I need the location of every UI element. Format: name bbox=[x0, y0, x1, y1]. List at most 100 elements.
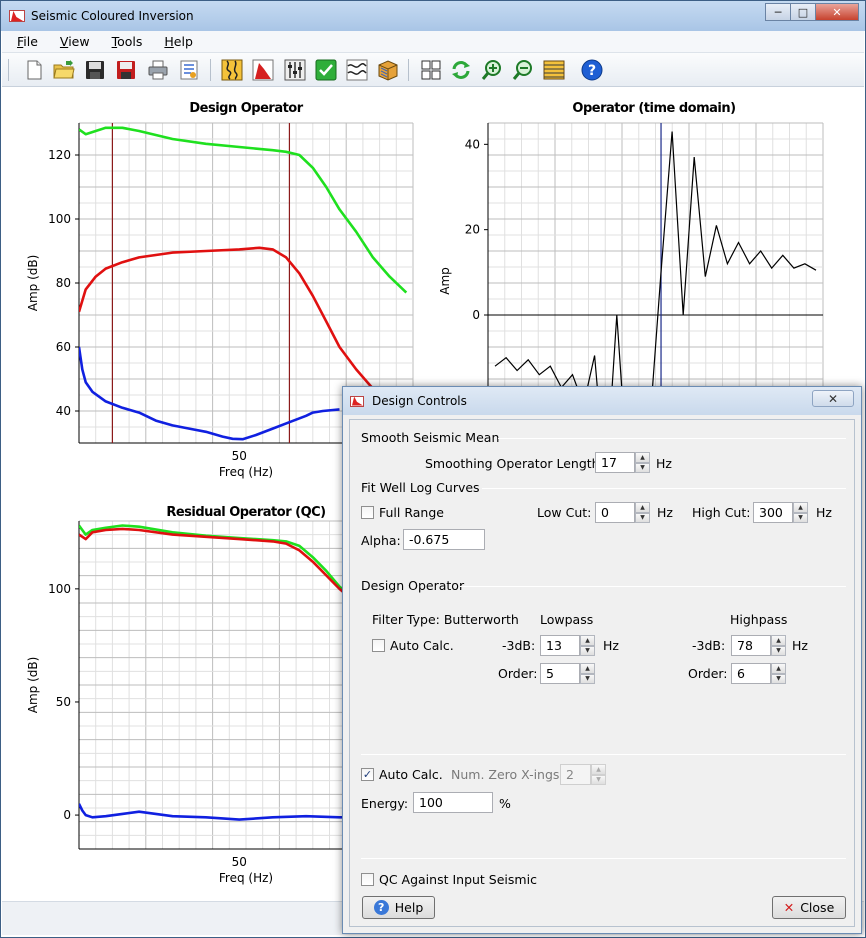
save-as-button[interactable] bbox=[114, 58, 138, 82]
spin-up-icon[interactable]: ▲ bbox=[580, 635, 595, 646]
menu-help[interactable]: Help bbox=[150, 34, 201, 49]
spin-down-icon[interactable]: ▼ bbox=[635, 462, 650, 473]
spin-up-icon[interactable]: ▲ bbox=[635, 502, 650, 513]
filter-type-label: Filter Type: Butterworth bbox=[372, 612, 519, 627]
spin-down-icon[interactable]: ▼ bbox=[580, 673, 595, 684]
close-button[interactable]: ✕ Close bbox=[772, 896, 846, 919]
menu-tools-label: ools bbox=[117, 34, 143, 49]
highpass-order-stepper[interactable]: 6 ▲ ▼ bbox=[731, 663, 786, 684]
check-icon bbox=[315, 59, 337, 81]
lowpass-db-input[interactable]: 13 bbox=[540, 635, 580, 656]
high-cut-input[interactable]: 300 bbox=[753, 502, 793, 523]
minimize-button[interactable]: ─ bbox=[765, 3, 791, 21]
highpass-order-label: Order: bbox=[688, 666, 728, 681]
lowpass-db-unit: Hz bbox=[603, 638, 619, 653]
open-button[interactable] bbox=[52, 58, 76, 82]
low-cut-input[interactable]: 0 bbox=[595, 502, 635, 523]
dialog-title-bar[interactable]: Design Controls ✕ bbox=[343, 387, 861, 415]
highpass-db-arrows[interactable]: ▲ ▼ bbox=[771, 635, 786, 656]
spectrum-button[interactable] bbox=[251, 58, 275, 82]
dialog-title: Design Controls bbox=[372, 394, 467, 408]
low-cut-stepper[interactable]: 0 ▲ ▼ bbox=[595, 502, 650, 523]
design-section-label: Design Operator bbox=[361, 578, 465, 593]
full-range-checkbox[interactable] bbox=[361, 506, 374, 519]
qc-checkbox[interactable] bbox=[361, 873, 374, 886]
spin-up-icon[interactable]: ▲ bbox=[635, 452, 650, 463]
section-divider bbox=[460, 586, 846, 587]
title-bar[interactable]: Seismic Coloured Inversion ─ □ ✕ bbox=[1, 1, 865, 31]
highpass-label: Highpass bbox=[730, 612, 788, 627]
spin-down-icon[interactable]: ▼ bbox=[793, 512, 808, 523]
new-file-button[interactable] bbox=[22, 58, 46, 82]
close-window-button[interactable]: ✕ bbox=[815, 3, 859, 21]
highpass-db-stepper[interactable]: 78 ▲ ▼ bbox=[731, 635, 786, 656]
save-as-icon bbox=[117, 61, 135, 79]
smoothing-length-input[interactable]: 17 bbox=[595, 452, 635, 473]
grid-button[interactable] bbox=[419, 58, 443, 82]
properties-button[interactable] bbox=[177, 58, 201, 82]
lowpass-db-stepper[interactable]: 13 ▲ ▼ bbox=[540, 635, 595, 656]
y-tick-label: 20 bbox=[465, 223, 480, 237]
refresh-button[interactable] bbox=[449, 58, 473, 82]
spin-up-icon[interactable]: ▲ bbox=[771, 663, 786, 674]
zero-crossings-input: 2 bbox=[560, 764, 591, 785]
highpass-order-arrows[interactable]: ▲ ▼ bbox=[771, 663, 786, 684]
menu-tools[interactable]: Tools bbox=[98, 34, 151, 49]
energy-auto-calc-label: Auto Calc. bbox=[379, 767, 443, 782]
lowpass-db-arrows[interactable]: ▲ ▼ bbox=[580, 635, 595, 656]
high-cut-stepper[interactable]: 300 ▲ ▼ bbox=[753, 502, 808, 523]
section-divider bbox=[361, 754, 846, 755]
menu-view[interactable]: View bbox=[46, 34, 98, 49]
zoom-out-button[interactable] bbox=[511, 58, 535, 82]
spin-up-icon[interactable]: ▲ bbox=[771, 635, 786, 646]
energy-unit: % bbox=[499, 796, 511, 811]
low-cut-arrows[interactable]: ▲ ▼ bbox=[635, 502, 650, 523]
cube-button[interactable] bbox=[376, 58, 400, 82]
y-tick-label: 40 bbox=[465, 137, 480, 151]
spin-down-icon[interactable]: ▼ bbox=[635, 512, 650, 523]
window-controls: ─ □ ✕ bbox=[765, 3, 859, 21]
smoothing-length-arrows[interactable]: ▲ ▼ bbox=[635, 452, 650, 473]
highpass-db-unit: Hz bbox=[792, 638, 808, 653]
smoothing-length-stepper[interactable]: 17 ▲ ▼ bbox=[595, 452, 650, 473]
highpass-order-input[interactable]: 6 bbox=[731, 663, 771, 684]
y-tick-label: 120 bbox=[48, 148, 71, 162]
lowpass-order-arrows[interactable]: ▲ ▼ bbox=[580, 663, 595, 684]
spin-up-icon[interactable]: ▲ bbox=[580, 663, 595, 674]
well-log-button[interactable] bbox=[220, 58, 244, 82]
app-icon bbox=[9, 10, 25, 22]
design-auto-calc-checkbox[interactable] bbox=[372, 639, 385, 652]
alpha-input[interactable]: -0.675 bbox=[403, 529, 485, 550]
dialog-close-x-button[interactable]: ✕ bbox=[812, 390, 854, 407]
spin-down-icon[interactable]: ▼ bbox=[771, 645, 786, 656]
menu-file[interactable]: File bbox=[2, 34, 46, 49]
print-button[interactable] bbox=[146, 58, 170, 82]
y-tick-label: 0 bbox=[472, 308, 480, 322]
wave-button[interactable] bbox=[345, 58, 369, 82]
help-button-toolbar[interactable]: ? bbox=[580, 58, 604, 82]
chart-title: Operator (time domain) bbox=[572, 101, 735, 116]
layers-button[interactable] bbox=[542, 58, 566, 82]
energy-auto-calc-checkbox[interactable]: ✓ bbox=[361, 768, 374, 781]
high-cut-arrows[interactable]: ▲ ▼ bbox=[793, 502, 808, 523]
open-folder-icon bbox=[53, 60, 75, 79]
lowpass-order-stepper[interactable]: 5 ▲ ▼ bbox=[540, 663, 595, 684]
zoom-in-button[interactable] bbox=[480, 58, 504, 82]
spin-down-icon[interactable]: ▼ bbox=[771, 673, 786, 684]
lowpass-order-input[interactable]: 5 bbox=[540, 663, 580, 684]
highpass-db-input[interactable]: 78 bbox=[731, 635, 771, 656]
printer-icon bbox=[148, 60, 168, 80]
maximize-button[interactable]: □ bbox=[790, 3, 816, 21]
save-button[interactable] bbox=[83, 58, 107, 82]
energy-input[interactable]: 100 bbox=[413, 792, 493, 813]
help-button[interactable]: ? Help bbox=[362, 896, 435, 919]
mixer-button[interactable] bbox=[283, 58, 307, 82]
spin-down-icon[interactable]: ▼ bbox=[580, 645, 595, 656]
toolbar-separator bbox=[408, 59, 409, 81]
x-tick-label: 50 bbox=[232, 855, 247, 869]
apply-button[interactable] bbox=[314, 58, 338, 82]
low-cut-label: Low Cut: bbox=[537, 505, 592, 520]
well-log-icon bbox=[221, 59, 243, 81]
grid-icon bbox=[421, 60, 441, 80]
spin-up-icon[interactable]: ▲ bbox=[793, 502, 808, 513]
